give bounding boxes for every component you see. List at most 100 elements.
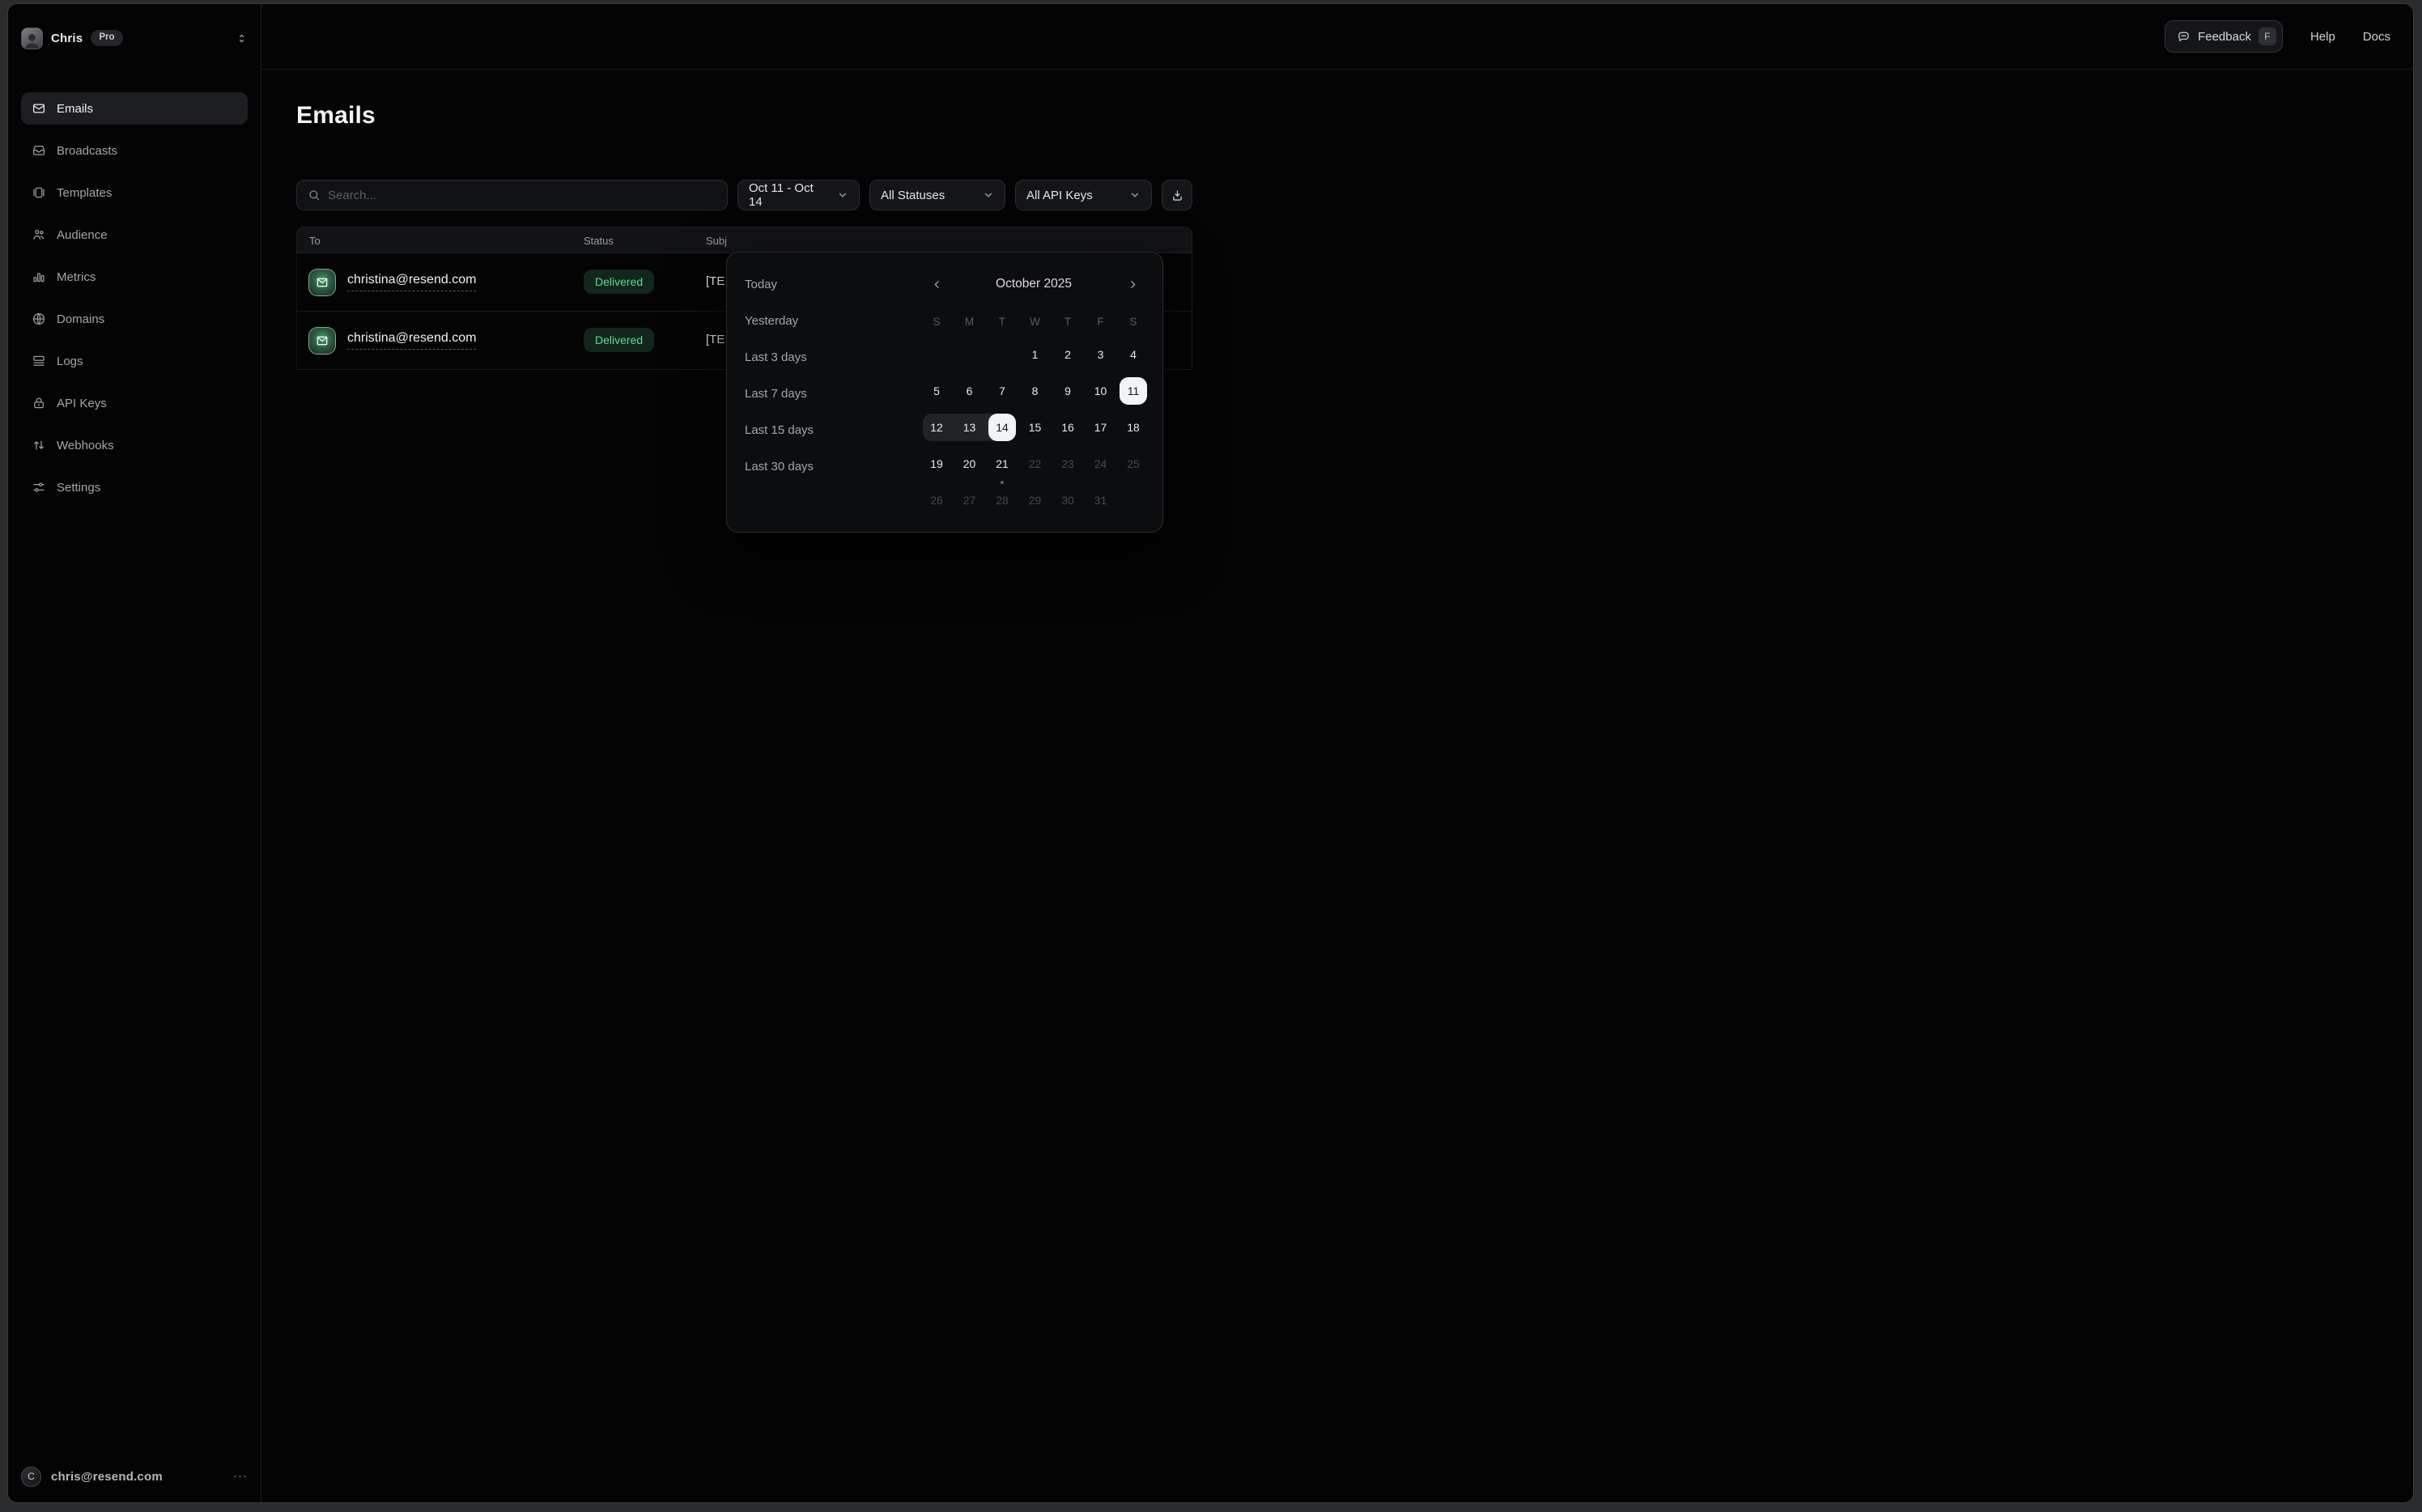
- calendar-day-27: 27: [956, 486, 984, 514]
- calendar-day-28: 28: [988, 486, 1016, 514]
- chevron-down-icon: [837, 189, 848, 201]
- lock-icon: [31, 396, 46, 410]
- date-range-label: Oct 11 - Oct 14: [749, 181, 829, 209]
- preset-last-30-days[interactable]: Last 30 days: [743, 452, 897, 480]
- calendar-day-13[interactable]: 13: [956, 414, 984, 441]
- metrics-icon: [31, 270, 46, 284]
- email-subject: [TE: [706, 333, 724, 346]
- day-of-week-header: W: [1022, 316, 1049, 328]
- sidebar-nav: Emails Broadcasts Templates Audience Metrics…: [8, 92, 261, 503]
- sidebar-item-audience[interactable]: Audience: [21, 219, 248, 251]
- calendar-day-20[interactable]: 20: [956, 450, 984, 478]
- calendar-day-1[interactable]: 1: [1022, 341, 1049, 368]
- export-button[interactable]: [1162, 180, 1192, 210]
- calendar-day-22: 22: [1022, 450, 1049, 478]
- calendar-day-12[interactable]: 12: [923, 414, 950, 441]
- prev-month-button[interactable]: [926, 274, 947, 295]
- sidebar-item-label: Emails: [57, 102, 93, 116]
- sidebar-item-broadcasts[interactable]: Broadcasts: [21, 134, 248, 167]
- date-picker-popover: Today Yesterday Last 3 days Last 7 days Last…: [726, 252, 1163, 533]
- app-window: Chris Pro Emails Broadcasts Templates Audie…: [7, 3, 2414, 1503]
- search-box: [296, 180, 728, 210]
- calendar-day-10[interactable]: 10: [1087, 377, 1115, 405]
- calendar-day-2[interactable]: 2: [1054, 341, 1081, 368]
- inbox-icon: [31, 143, 46, 158]
- calendar-day-6[interactable]: 6: [956, 377, 984, 405]
- sidebar-item-webhooks[interactable]: Webhooks: [21, 429, 248, 461]
- account-avatar: C: [21, 1467, 41, 1487]
- workspace-switcher[interactable]: Chris Pro: [21, 20, 248, 56]
- calendar-day-17[interactable]: 17: [1087, 414, 1115, 441]
- sidebar-item-label: Templates: [57, 186, 112, 200]
- calendar-day-19[interactable]: 19: [923, 450, 950, 478]
- calendar-day-29: 29: [1022, 486, 1049, 514]
- day-of-week-header: S: [1120, 316, 1147, 328]
- day-of-week-header: F: [1087, 316, 1115, 328]
- account-row[interactable]: C chris@resend.com ···: [21, 1462, 248, 1491]
- calendar-day-5[interactable]: 5: [923, 377, 950, 405]
- calendar-day-26: 26: [923, 486, 950, 514]
- help-link[interactable]: Help: [2310, 30, 2335, 44]
- sidebar-item-label: Settings: [57, 481, 100, 495]
- calendar-day-8[interactable]: 8: [1022, 377, 1049, 405]
- main-area: Feedback F Help Docs Emails Oct 11 -: [262, 4, 2413, 1502]
- globe-icon: [31, 312, 46, 326]
- sidebar-item-domains[interactable]: Domains: [21, 303, 248, 335]
- settings-icon: [31, 480, 46, 495]
- sidebar-item-label: Metrics: [57, 270, 96, 284]
- feedback-label: Feedback: [2198, 30, 2251, 44]
- search-input[interactable]: [328, 189, 716, 202]
- preset-last-15-days[interactable]: Last 15 days: [743, 416, 897, 444]
- feedback-shortcut-badge: F: [2258, 28, 2276, 45]
- day-of-week-header: S: [923, 316, 950, 328]
- status-badge: Delivered: [584, 270, 654, 294]
- calendar-day-4[interactable]: 4: [1120, 341, 1147, 368]
- calendar-day-15[interactable]: 15: [1022, 414, 1049, 441]
- feedback-bubble-icon: [2177, 30, 2190, 44]
- filters-row: Oct 11 - Oct 14 All Statuses All API Key…: [296, 180, 1192, 210]
- api-keys-filter[interactable]: All API Keys: [1015, 180, 1152, 210]
- calendar-day-14[interactable]: 14: [988, 414, 1016, 441]
- day-of-week-header: M: [956, 316, 984, 328]
- next-month-button[interactable]: [1122, 274, 1143, 295]
- sidebar-item-templates[interactable]: Templates: [21, 176, 248, 209]
- sidebar-item-emails[interactable]: Emails: [21, 92, 248, 125]
- templates-icon: [31, 185, 46, 200]
- calendar-day-21[interactable]: 21: [988, 450, 1016, 478]
- date-range-filter[interactable]: Oct 11 - Oct 14: [737, 180, 860, 210]
- download-icon: [1171, 189, 1184, 202]
- workspace-avatar: [21, 28, 43, 49]
- chevron-down-icon: [1129, 189, 1141, 201]
- calendar-day-7[interactable]: 7: [988, 377, 1016, 405]
- sidebar-item-metrics[interactable]: Metrics: [21, 261, 248, 293]
- preset-last-7-days[interactable]: Last 7 days: [743, 380, 897, 407]
- feedback-button[interactable]: Feedback F: [2165, 20, 2283, 53]
- workspace-name: Chris: [51, 32, 83, 45]
- recipient-email[interactable]: christina@resend.com: [347, 331, 476, 350]
- calendar-day-18[interactable]: 18: [1120, 414, 1147, 441]
- calendar-day-3[interactable]: 3: [1087, 341, 1115, 368]
- preset-yesterday[interactable]: Yesterday: [743, 307, 897, 334]
- calendar-day-16[interactable]: 16: [1054, 414, 1081, 441]
- docs-link[interactable]: Docs: [2363, 30, 2390, 44]
- sidebar-item-label: API Keys: [57, 397, 107, 410]
- calendar-day-23: 23: [1054, 450, 1081, 478]
- sidebar-item-api-keys[interactable]: API Keys: [21, 387, 248, 419]
- account-email: chris@resend.com: [51, 1470, 163, 1484]
- preset-last-3-days[interactable]: Last 3 days: [743, 343, 897, 371]
- email-envelope-icon: [308, 269, 336, 296]
- preset-today[interactable]: Today: [743, 270, 897, 298]
- content: Emails Oct 11 - Oct 14: [262, 102, 2413, 1503]
- column-header-to: To: [309, 235, 321, 247]
- sidebar-item-label: Webhooks: [57, 439, 114, 452]
- api-keys-filter-label: All API Keys: [1026, 189, 1093, 202]
- status-filter[interactable]: All Statuses: [869, 180, 1005, 210]
- recipient-email[interactable]: christina@resend.com: [347, 273, 476, 291]
- today-indicator-dot: [1001, 481, 1004, 484]
- column-header-subject: Subj: [706, 235, 727, 247]
- column-header-status: Status: [584, 235, 614, 247]
- calendar-day-9[interactable]: 9: [1054, 377, 1081, 405]
- sidebar-item-logs[interactable]: Logs: [21, 345, 248, 377]
- calendar-day-11[interactable]: 11: [1120, 377, 1147, 405]
- sidebar-item-settings[interactable]: Settings: [21, 471, 248, 503]
